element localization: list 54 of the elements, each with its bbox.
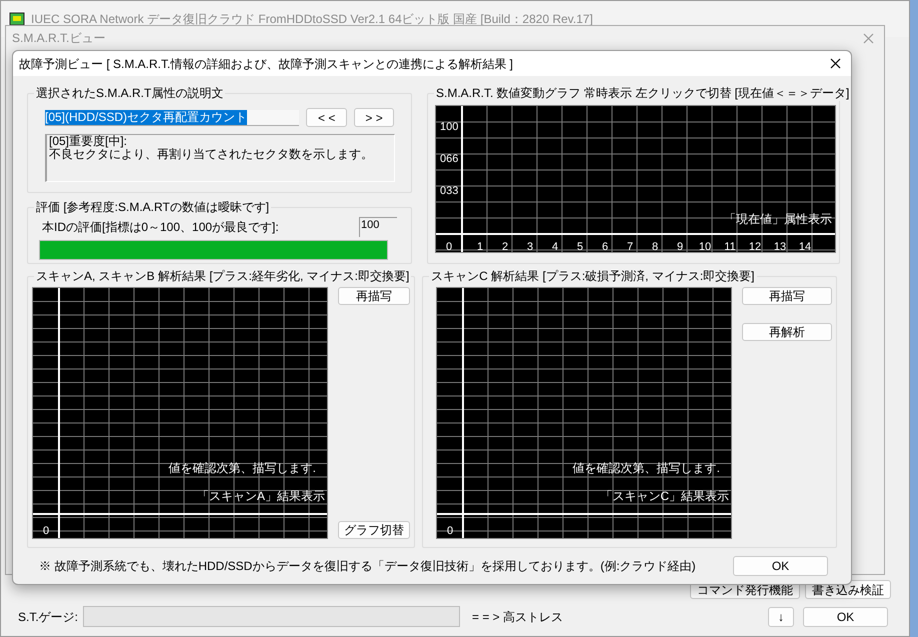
graph-message: 値を確認次第、描写します.	[572, 461, 720, 475]
previous-button[interactable]: < <	[306, 108, 348, 127]
axis-label: 10	[698, 241, 712, 253]
close-icon[interactable]	[830, 58, 841, 69]
attribute-field[interactable]: [05](HDD/SSD)セクタ再配置カウント	[45, 110, 300, 126]
ok-button[interactable]: OK	[733, 556, 828, 576]
ok-button[interactable]: OK	[803, 606, 888, 626]
dialog-title: 故障予測ビュー [ S.M.A.R.T.情報の詳細および、故障予測スキャンとの連携による解析結果 ]	[19, 56, 514, 72]
axis-label: 5	[576, 241, 584, 253]
axis-label: 12	[748, 241, 762, 253]
axis-label: 0	[446, 241, 452, 253]
axis-label: 6	[602, 241, 608, 253]
graph-panel[interactable]: 100 066 033 0 1 2 3 4 5 6 7 8 9 10 11 12 13 14 「現在値」属性表示	[435, 105, 836, 253]
rating-value: 100	[359, 217, 397, 237]
axis-label: 3	[526, 241, 534, 253]
graph-caption: 「現在値」属性表示	[724, 212, 832, 226]
group-title: 評価 [参考程度:S.M.A.RTの数値は曖昧です]	[34, 199, 272, 215]
group-title: スキャンC 解析結果 [プラス:破損予測済, マイナス:即交換要]	[429, 268, 757, 284]
description-line: 不良セクタにより、再割り当てされたセクタ数を示します。	[49, 148, 374, 161]
next-button[interactable]: > >	[354, 108, 394, 127]
graph-message: 値を確認次第、描写します.	[168, 461, 316, 475]
attribute-name: [05](HDD/SSD)セクタ再配置カウント	[45, 110, 248, 124]
group-title: S.M.A.R.T. 数値変動グラフ 常時表示 左クリックで切替 [現在値＜＝＞データ]	[434, 85, 852, 101]
axis-label: 4	[552, 241, 558, 253]
axis-label: 0	[447, 525, 454, 537]
group-title: スキャンA, スキャンB 解析結果 [プラス:経年劣化, マイナス:即交換要]	[34, 268, 412, 284]
axis-label: 033	[440, 185, 458, 197]
axis-label: 100	[440, 121, 458, 133]
graph-caption: 「スキャンA」結果表示	[196, 489, 325, 503]
group-title: 選択されたS.M.A.R.T属性の説明文	[34, 85, 226, 101]
action-button[interactable]: 再解析	[742, 323, 832, 341]
window-title: IUEC SORA Network データ復旧クラウド FromHDDtoSSD Ver2.1 64ビット版 国産 [Build：2820 Rev.17]	[31, 11, 593, 28]
down-button[interactable]: ↓	[768, 606, 794, 626]
axis-label: 7	[626, 241, 634, 253]
footer-note: ※ 故障予測系統でも、壊れたHDD/SSDからデータを復旧する「データ復旧技術」を採用しております。(例:クラウド経由)	[39, 558, 696, 575]
axis-label: 0	[43, 525, 50, 537]
axis-label: 11	[724, 241, 736, 253]
app-icon	[9, 12, 25, 26]
action-button[interactable]: 再描写	[338, 287, 410, 305]
axis-label: 2	[502, 241, 508, 253]
description-line: [05]重要度[中]:	[49, 135, 128, 148]
rating-label: 本IDの評価[指標は0～100、100が最良です]:	[41, 219, 279, 236]
axis-label: 8	[652, 241, 658, 253]
axis-label: 1	[476, 241, 484, 253]
axis-label: 13	[774, 241, 786, 253]
action-button[interactable]: グラフ切替	[338, 521, 410, 539]
axis-label: 066	[440, 153, 458, 165]
axis-label: 9	[676, 241, 684, 253]
gauge-note: = = > 高ストレス	[472, 608, 564, 626]
axis-label: 14	[798, 241, 812, 253]
action-button[interactable]: 再描写	[742, 287, 832, 305]
graph-caption: 「スキャンC」結果表示	[600, 489, 730, 503]
window-title: S.M.A.R.T.ビュー	[12, 30, 106, 47]
gauge-label: S.T.ゲージ:	[18, 608, 80, 626]
